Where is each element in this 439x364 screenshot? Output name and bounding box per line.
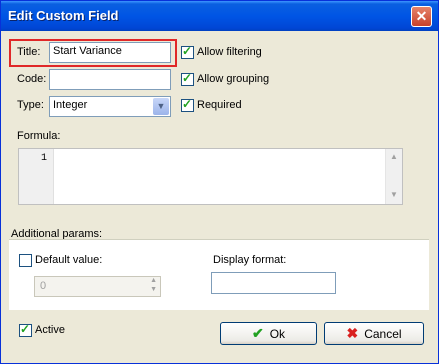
title-input-value: Start Variance (53, 45, 122, 57)
cancel-button-label: Cancel (364, 327, 402, 341)
code-label: Code: (17, 73, 47, 85)
allow-grouping-checkbox[interactable] (181, 71, 194, 86)
allow-filtering-checkbox[interactable] (181, 44, 194, 59)
default-value-text: 0 (40, 280, 47, 292)
active-label: Active (35, 324, 65, 336)
spin-up-icon[interactable]: ▲ (150, 277, 157, 284)
default-value-checkbox[interactable] (19, 254, 32, 267)
formula-editor[interactable]: 1 ▲ ▼ (18, 148, 403, 205)
allow-filtering-label: Allow filtering (197, 46, 262, 58)
code-input[interactable] (49, 69, 171, 90)
display-format-input[interactable] (211, 272, 336, 294)
edit-custom-field-dialog: Edit Custom Field ✕ Title: Start Varianc… (0, 0, 439, 364)
scroll-down-icon[interactable]: ▼ (386, 190, 402, 199)
line-number-gutter: 1 (19, 149, 54, 204)
x-icon: ✖ (346, 325, 359, 341)
default-value-label: Default value: (35, 254, 103, 266)
active-checkbox[interactable] (19, 322, 32, 337)
default-value-spinner[interactable]: 0 ▲ ▼ (34, 276, 161, 297)
checkmark-icon: ✔ (251, 325, 264, 341)
ok-button-label: Ok (269, 327, 286, 341)
display-format-label: Display format: (213, 254, 287, 266)
line-number: 1 (40, 153, 47, 164)
required-label: Required (197, 99, 242, 111)
dialog-title: Edit Custom Field (8, 8, 119, 23)
close-button[interactable]: ✕ (411, 6, 432, 27)
required-checkbox[interactable] (181, 97, 194, 112)
scroll-up-icon[interactable]: ▲ (386, 152, 402, 161)
close-icon: ✕ (415, 8, 428, 24)
ok-button[interactable]: ✔ Ok (220, 322, 317, 345)
type-select[interactable]: Integer ▼ (49, 96, 171, 117)
cancel-button[interactable]: ✖ Cancel (324, 322, 424, 345)
title-input[interactable]: Start Variance (49, 42, 171, 63)
formula-scrollbar[interactable]: ▲ ▼ (385, 149, 402, 204)
spin-down-icon[interactable]: ▼ (150, 286, 157, 293)
type-select-value: Integer (53, 99, 88, 111)
formula-label: Formula: (17, 130, 61, 142)
type-label: Type: (17, 99, 44, 111)
title-label: Title: (17, 46, 41, 58)
title-bar: Edit Custom Field ✕ (1, 1, 438, 31)
chevron-down-icon[interactable]: ▼ (153, 98, 169, 115)
allow-grouping-label: Allow grouping (197, 73, 270, 85)
